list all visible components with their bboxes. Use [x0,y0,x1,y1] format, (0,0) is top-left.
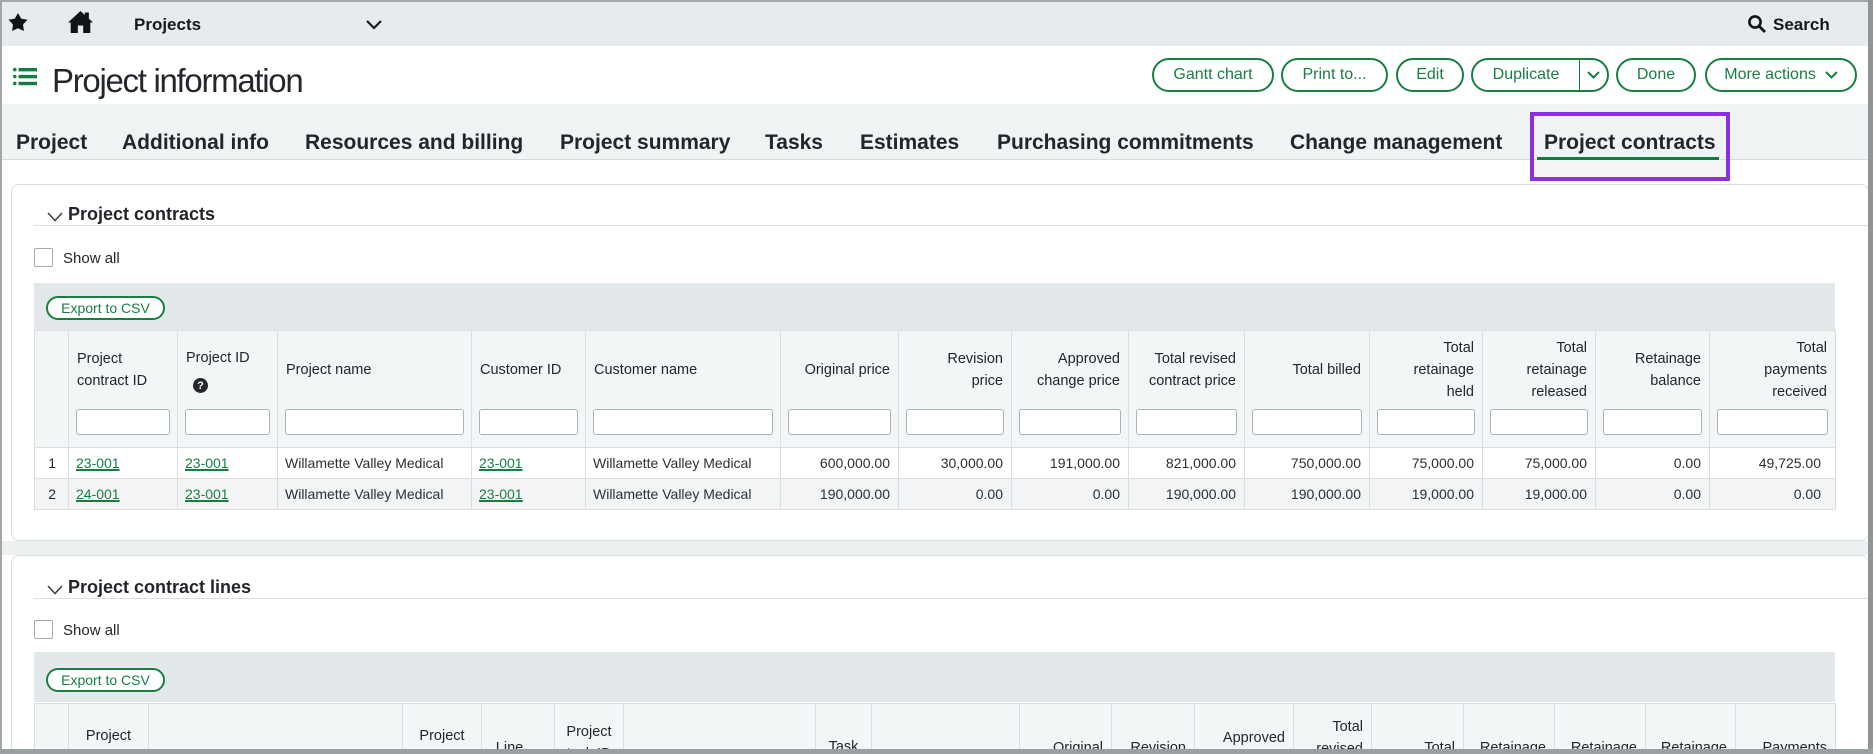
svg-text:?: ? [197,380,204,392]
